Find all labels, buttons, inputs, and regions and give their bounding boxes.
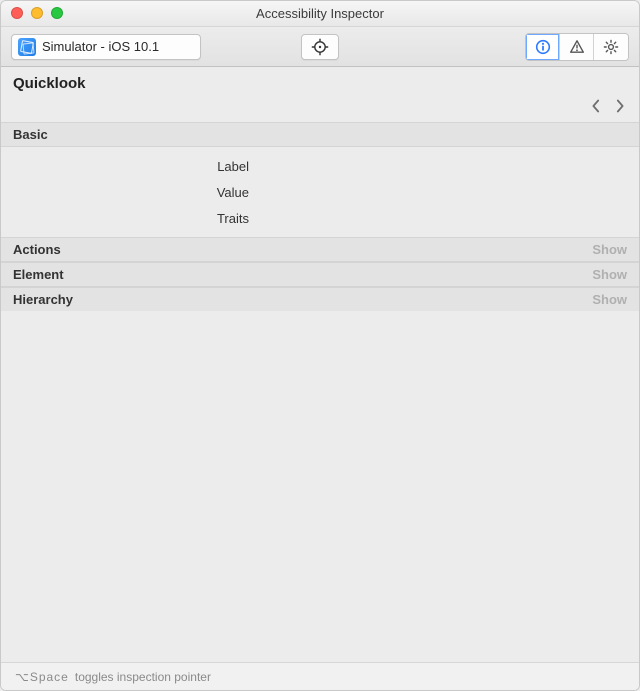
mode-segmented-control [525, 33, 629, 61]
page-title: Quicklook [1, 67, 639, 96]
basic-row-label: Traits [1, 211, 261, 226]
section-basic-body: Label Value Traits [1, 147, 639, 237]
traffic-lights [11, 7, 63, 19]
simulator-icon [18, 38, 36, 56]
zoom-icon[interactable] [51, 7, 63, 19]
chevron-right-icon [615, 99, 625, 113]
section-hierarchy-show[interactable]: Show [592, 292, 627, 307]
empty-area [1, 311, 639, 662]
status-bar: ⌥Space toggles inspection pointer [1, 662, 639, 690]
chevron-left-icon [591, 99, 601, 113]
table-row: Value [1, 179, 639, 205]
previous-element-button[interactable] [591, 99, 601, 113]
section-basic-title: Basic [13, 127, 48, 142]
window: Accessibility Inspector Simulator - iOS … [0, 0, 640, 691]
element-nav [1, 96, 639, 122]
target-selector[interactable]: Simulator - iOS 10.1 [11, 34, 201, 60]
target-selector-label: Simulator - iOS 10.1 [42, 39, 159, 54]
section-element-header[interactable]: Element Show [1, 262, 639, 287]
inspection-pointer-button[interactable] [301, 34, 339, 60]
table-row: Traits [1, 205, 639, 231]
section-hierarchy-title: Hierarchy [13, 292, 73, 307]
content-area: Quicklook Basic Label Value Traits [1, 67, 639, 690]
section-actions-show[interactable]: Show [592, 242, 627, 257]
section-actions-header[interactable]: Actions Show [1, 237, 639, 262]
crosshair-icon [311, 38, 329, 56]
close-icon[interactable] [11, 7, 23, 19]
section-element-title: Element [13, 267, 64, 282]
warning-icon [569, 39, 585, 55]
section-hierarchy-header[interactable]: Hierarchy Show [1, 287, 639, 311]
table-row: Label [1, 153, 639, 179]
info-icon [535, 39, 551, 55]
settings-tab-button[interactable] [594, 34, 628, 60]
footer-shortcut: ⌥Space [15, 670, 69, 684]
footer-hint: toggles inspection pointer [75, 670, 211, 684]
window-title: Accessibility Inspector [1, 6, 639, 21]
gear-icon [603, 39, 619, 55]
audit-tab-button[interactable] [560, 34, 594, 60]
section-element-show[interactable]: Show [592, 267, 627, 282]
section-actions-title: Actions [13, 242, 61, 257]
basic-row-label: Value [1, 185, 261, 200]
inspection-tab-button[interactable] [526, 34, 560, 60]
titlebar: Accessibility Inspector [1, 1, 639, 27]
basic-row-label: Label [1, 159, 261, 174]
section-basic-header[interactable]: Basic [1, 122, 639, 147]
minimize-icon[interactable] [31, 7, 43, 19]
next-element-button[interactable] [615, 99, 625, 113]
toolbar: Simulator - iOS 10.1 [1, 27, 639, 67]
toolbar-right-group [525, 33, 629, 61]
